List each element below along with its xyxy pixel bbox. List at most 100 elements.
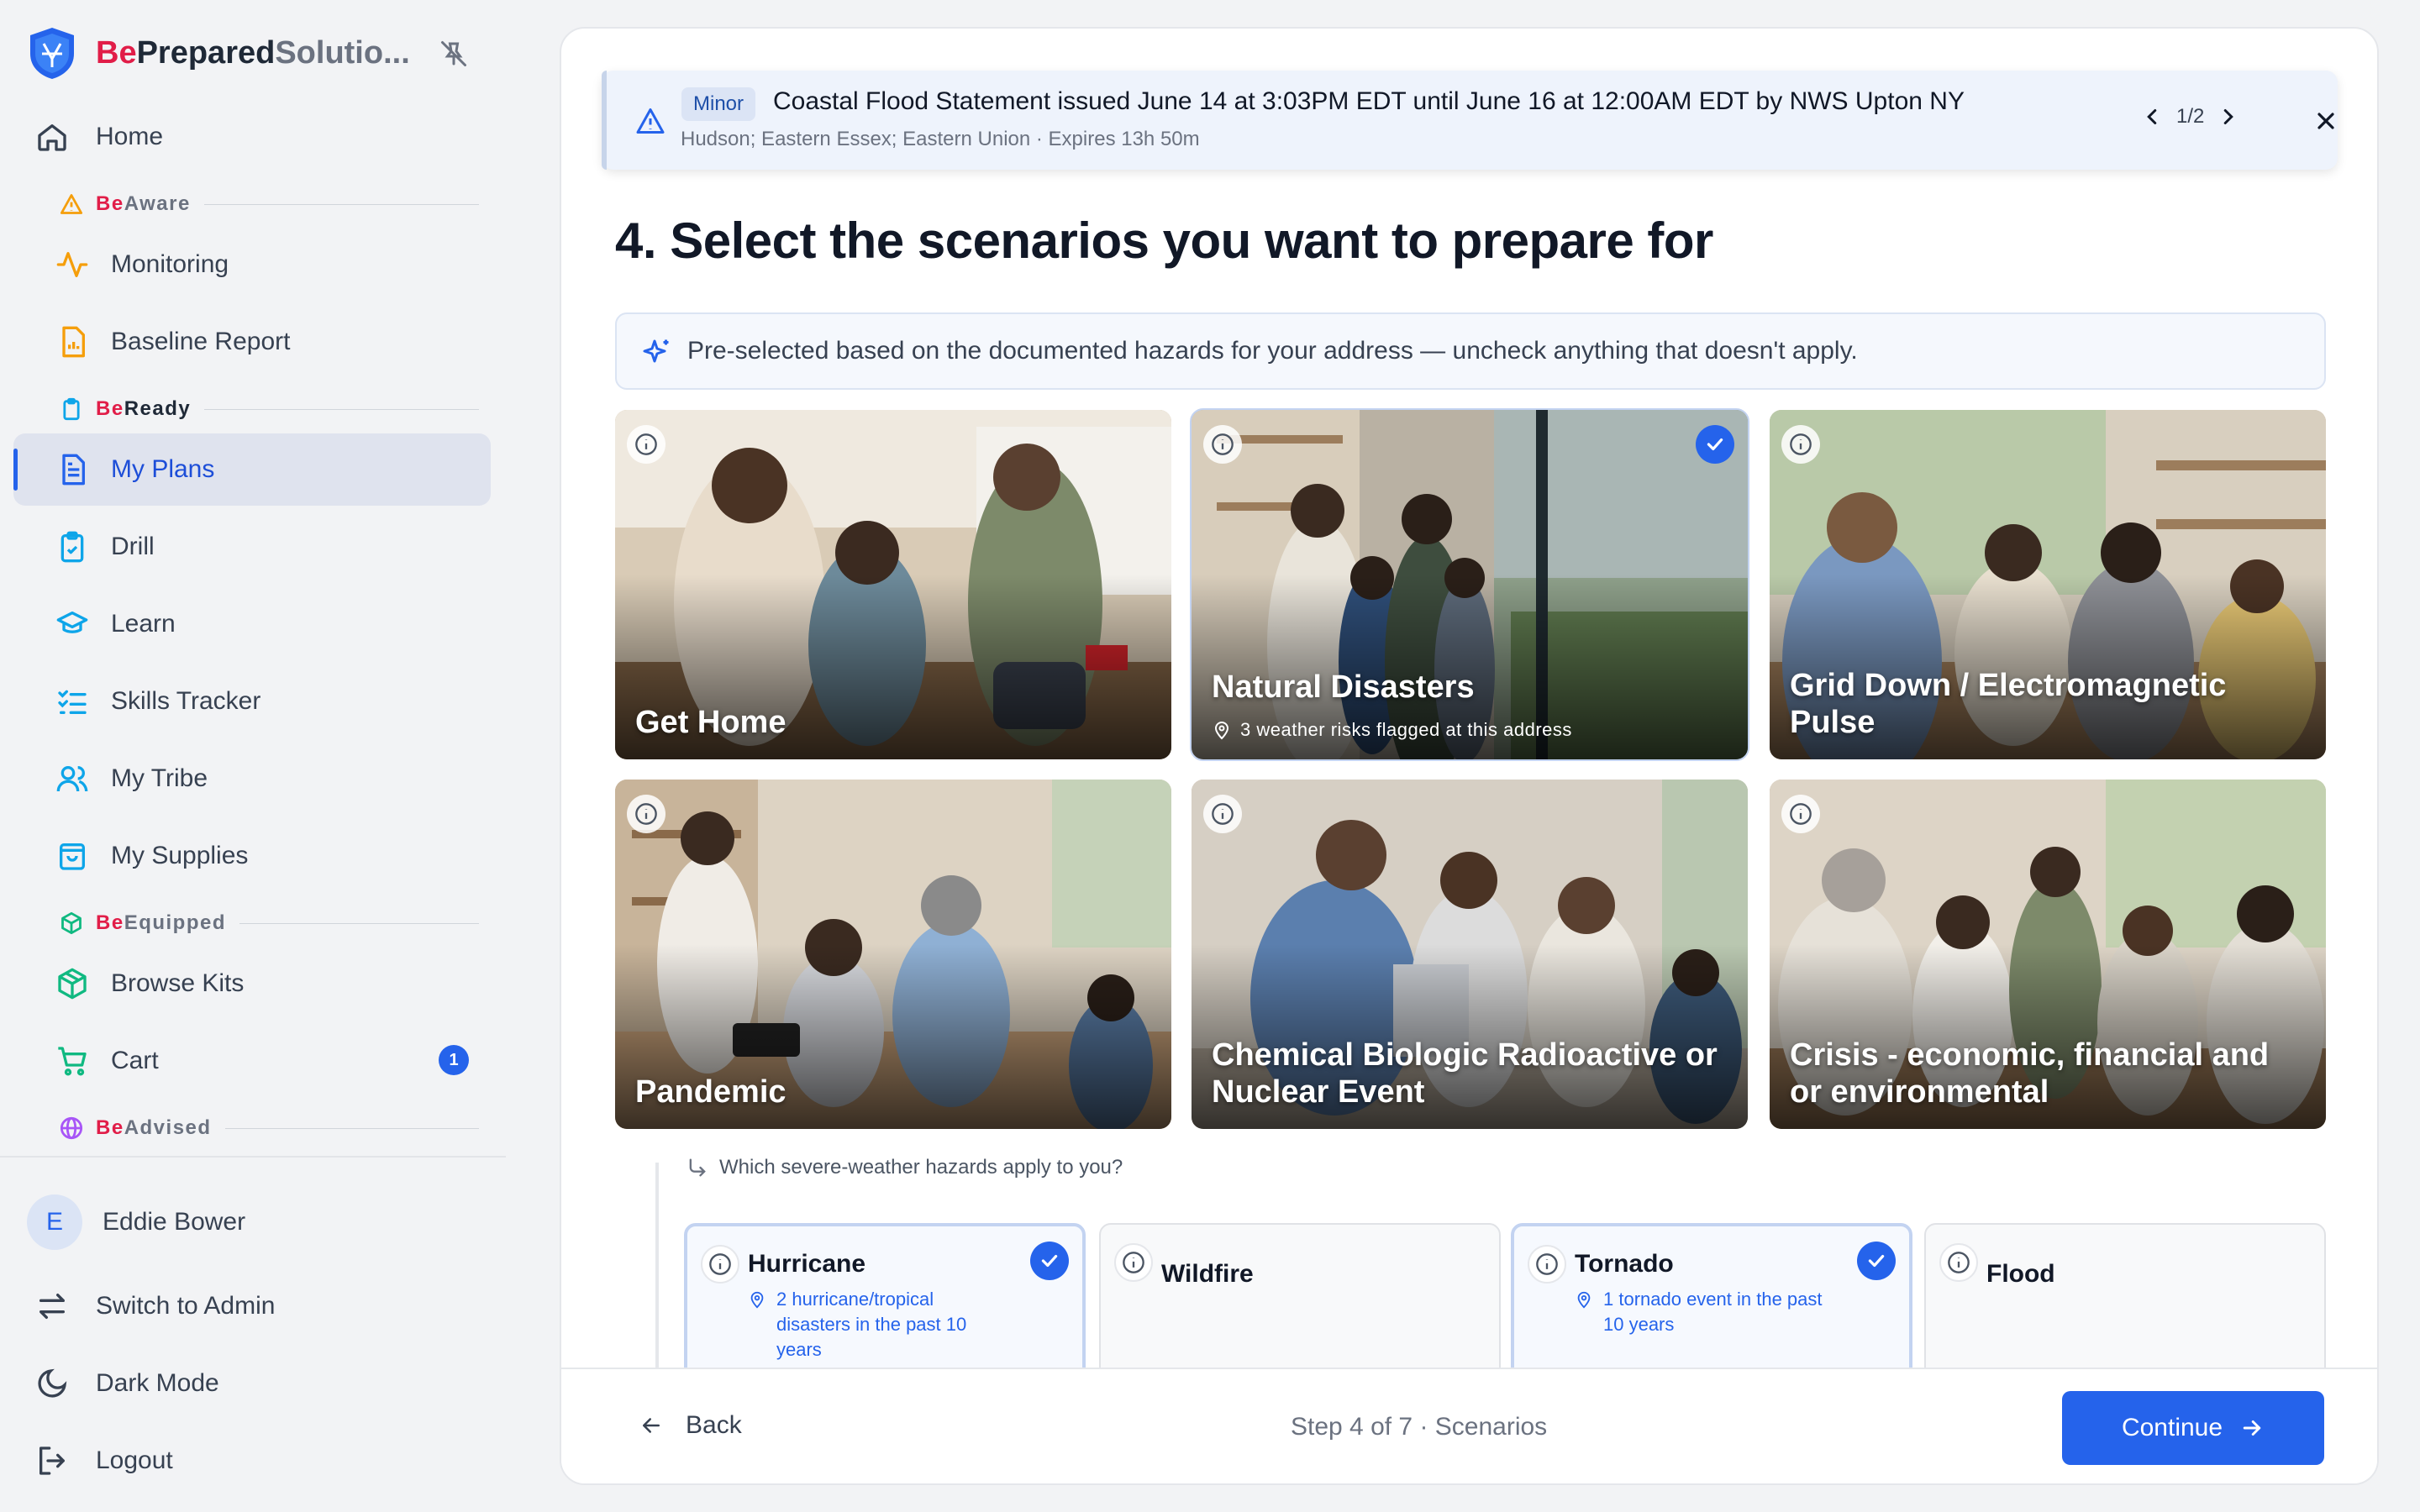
sidebar-item-my-tribe[interactable]: My Tribe xyxy=(13,743,491,815)
sidebar-item-skills-tracker[interactable]: Skills Tracker xyxy=(13,665,491,738)
sidebar-item-home[interactable]: Home xyxy=(13,101,491,173)
info-icon[interactable] xyxy=(1528,1245,1566,1284)
info-icon[interactable] xyxy=(1781,795,1820,833)
hazard-name: Flood xyxy=(1986,1260,2055,1288)
sidebar-item-browse-kits[interactable]: Browse Kits xyxy=(13,948,491,1020)
chevron-left-icon[interactable] xyxy=(2139,104,2165,129)
hazard-card-tornado[interactable]: Tornado 1 tornado event in the past 10 y… xyxy=(1511,1223,1912,1391)
logout-label: Logout xyxy=(96,1446,173,1474)
sidebar-item-label: Home xyxy=(96,123,164,150)
dark-mode-label: Dark Mode xyxy=(96,1369,219,1397)
swap-icon xyxy=(34,1288,71,1325)
checklist-icon xyxy=(54,683,91,720)
sparkles-icon xyxy=(643,339,669,363)
sidebar-item-label: Monitoring xyxy=(111,250,229,278)
scenario-label: Crisis - economic, financial and or envi… xyxy=(1790,1037,2270,1110)
info-icon[interactable] xyxy=(1939,1243,1978,1282)
unpin-sidebar-icon[interactable] xyxy=(439,39,469,69)
scenario-card-crisis[interactable]: Crisis - economic, financial and or envi… xyxy=(1770,780,2326,1129)
clipboard-icon xyxy=(59,396,84,422)
info-icon[interactable] xyxy=(1203,425,1242,464)
preselect-hint: Pre-selected based on the documented haz… xyxy=(615,312,2326,390)
scenario-label: Grid Down / Electromagnetic Pulse xyxy=(1790,668,2227,740)
weather-alert-banner: Minor Coastal Flood Statement issued Jun… xyxy=(602,71,2338,170)
brand[interactable]: BePreparedSolutio... xyxy=(25,25,479,81)
hazard-card-flood[interactable]: Flood xyxy=(1924,1223,2326,1391)
user-name: Eddie Bower xyxy=(103,1208,246,1236)
info-icon[interactable] xyxy=(1781,425,1820,464)
alert-pager: 1/2 xyxy=(2139,104,2241,129)
corner-down-right-icon xyxy=(689,1158,706,1177)
package-icon xyxy=(54,965,91,1002)
moon-icon xyxy=(34,1365,71,1402)
shield-logo-icon xyxy=(30,28,74,79)
scenario-label: Natural Disasters xyxy=(1212,669,1475,705)
sidebar: BePreparedSolutio... Home BeAware Monito… xyxy=(0,0,506,1512)
clipboard-check-icon xyxy=(54,528,91,565)
chevron-right-icon[interactable] xyxy=(2216,104,2241,129)
logout-button[interactable]: Logout xyxy=(13,1425,491,1497)
home-icon xyxy=(34,118,71,155)
sidebar-item-label: My Supplies xyxy=(111,842,249,869)
sidebar-item-my-supplies[interactable]: My Supplies xyxy=(13,820,491,892)
sidebar-item-label: My Tribe xyxy=(111,764,208,792)
user-profile[interactable]: E Eddie Bower xyxy=(13,1186,491,1258)
sidebar-item-my-plans[interactable]: My Plans xyxy=(13,433,491,506)
sidebar-item-drill[interactable]: Drill xyxy=(13,511,491,583)
switch-to-admin-button[interactable]: Switch to Admin xyxy=(13,1270,491,1342)
section-beaware: BeAware xyxy=(59,189,479,219)
warning-icon xyxy=(636,108,665,134)
hazard-card-hurricane[interactable]: Hurricane 2 hurricane/tropical disasters… xyxy=(684,1223,1086,1391)
section-beready: BeReady xyxy=(59,394,479,424)
info-icon[interactable] xyxy=(627,425,666,464)
info-icon[interactable] xyxy=(701,1245,739,1284)
hazard-card-wildfire[interactable]: Wildfire xyxy=(1099,1223,1501,1391)
hazard-detail: 1 tornado event in the past 10 years xyxy=(1575,1287,1827,1337)
sidebar-item-baseline-report[interactable]: Baseline Report xyxy=(13,306,491,378)
hazard-name: Hurricane xyxy=(748,1250,866,1278)
graduation-cap-icon xyxy=(54,606,91,643)
wizard-footer: Back Step 4 of 7 · Scenarios Continue xyxy=(561,1368,2377,1483)
sidebar-item-label: Drill xyxy=(111,533,155,560)
map-pin-icon xyxy=(1577,1291,1591,1309)
info-icon[interactable] xyxy=(1203,795,1242,833)
alert-page-indicator: 1/2 xyxy=(2176,105,2205,128)
section-beequipped: BeEquipped xyxy=(59,908,479,938)
scenario-card-pandemic[interactable]: Pandemic xyxy=(615,780,1171,1129)
close-icon[interactable] xyxy=(2312,108,2339,134)
activity-icon xyxy=(54,246,91,283)
sidebar-item-cart[interactable]: Cart 1 xyxy=(13,1025,491,1097)
users-icon xyxy=(54,760,91,797)
alert-title: Coastal Flood Statement issued June 14 a… xyxy=(773,87,1965,115)
scenario-card-cbrn[interactable]: Chemical Biologic Radioactive or Nuclear… xyxy=(1192,780,1748,1129)
scenario-card-grid-down[interactable]: Grid Down / Electromagnetic Pulse xyxy=(1770,410,2326,759)
sidebar-item-label: Skills Tracker xyxy=(111,687,261,715)
scenario-label: Get Home xyxy=(635,705,786,740)
scenario-label: Chemical Biologic Radioactive or Nuclear… xyxy=(1212,1037,1718,1110)
severity-badge: Minor xyxy=(681,87,756,121)
hazard-name: Wildfire xyxy=(1161,1260,1254,1288)
scenario-card-get-home[interactable]: Get Home xyxy=(615,410,1171,759)
scenario-card-natural-disasters[interactable]: Natural Disasters 3 weather risks flagge… xyxy=(1190,408,1749,761)
map-pin-icon xyxy=(1214,722,1229,740)
sidebar-item-label: Cart xyxy=(111,1047,159,1074)
sidebar-item-label: Baseline Report xyxy=(111,328,291,355)
logout-icon xyxy=(34,1442,71,1479)
warning-icon xyxy=(59,192,84,217)
info-icon[interactable] xyxy=(1114,1243,1153,1282)
sidebar-item-learn[interactable]: Learn xyxy=(13,588,491,660)
arrow-left-icon xyxy=(643,1418,660,1433)
globe-icon xyxy=(59,1116,84,1141)
hazard-detail: 2 hurricane/tropical disasters in the pa… xyxy=(748,1287,1000,1362)
arrow-right-icon xyxy=(2243,1420,2261,1436)
dark-mode-toggle[interactable]: Dark Mode xyxy=(13,1347,491,1420)
selected-check-icon xyxy=(1030,1242,1069,1280)
back-button[interactable]: Back xyxy=(639,1411,742,1440)
continue-button[interactable]: Continue xyxy=(2062,1391,2324,1465)
sidebar-item-label: My Plans xyxy=(111,455,215,483)
info-icon[interactable] xyxy=(627,795,666,833)
hazard-name: Tornado xyxy=(1575,1250,1674,1278)
sidebar-item-monitoring[interactable]: Monitoring xyxy=(13,228,491,301)
map-pin-icon xyxy=(750,1291,764,1309)
hazards-question: Which severe-weather hazards apply to yo… xyxy=(686,1156,1123,1179)
